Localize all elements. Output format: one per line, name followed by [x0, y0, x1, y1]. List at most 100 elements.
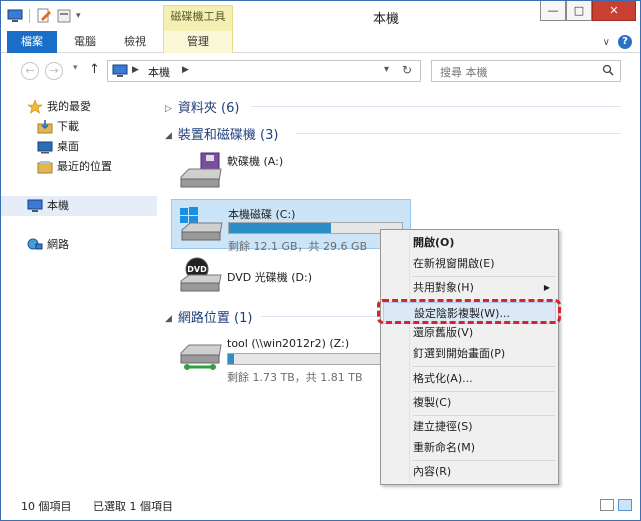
sidebar-item-network[interactable]: 網路 — [1, 235, 157, 255]
minimize-button[interactable]: — — [540, 1, 566, 21]
windows-drive-icon — [176, 204, 226, 244]
expand-ribbon-icon[interactable]: ∨ — [603, 37, 610, 48]
breadcrumb-this-pc[interactable]: 本機 — [148, 64, 170, 80]
toolbar-divider — [29, 9, 30, 23]
menu-item-create-shortcut[interactable]: 建立捷徑(S) — [383, 416, 556, 438]
context-menu: 開啟(O) 在新視窗開啟(E) 共用對象(H) ▶ 設定陰影複製(W)... 還… — [380, 229, 559, 485]
group-label: 網路位置 (1) — [177, 311, 253, 326]
details-view-icon[interactable] — [600, 499, 614, 511]
drive-usage-bar — [227, 353, 382, 365]
menu-item-copy[interactable]: 複製(C) — [383, 392, 556, 414]
drive-name: tool (\\win2012r2) (Z:) — [227, 337, 350, 350]
close-button[interactable]: ✕ — [592, 1, 636, 21]
dvd-drive-icon: DVD — [175, 255, 225, 295]
group-divider — [296, 133, 621, 134]
ribbon-tabs: 檔案 電腦 檢視 管理 ∨ ? — [1, 31, 640, 53]
rename-icon[interactable] — [56, 8, 72, 24]
collapse-arrow-icon[interactable]: ◢ — [165, 131, 172, 141]
group-divider — [261, 316, 381, 317]
refresh-icon[interactable]: ↻ — [402, 63, 412, 77]
group-header-network-locations[interactable]: ◢ 網路位置 (1) — [165, 307, 252, 326]
search-box[interactable]: 搜尋 本機 — [431, 60, 621, 82]
explorer-window: ▾ 磁碟機工具 本機 — □ ✕ 檔案 電腦 檢視 管理 ∨ ? ← → ▾ ↑… — [0, 0, 641, 521]
view-switcher — [600, 499, 632, 511]
maximize-button[interactable]: □ — [566, 1, 592, 21]
properties-icon[interactable] — [36, 8, 52, 24]
address-bar[interactable]: ▶ 本機 ▶ ▾ ↻ — [107, 60, 421, 82]
network-icon — [27, 238, 43, 252]
help-icon[interactable]: ? — [618, 35, 632, 49]
search-input[interactable]: 搜尋 本機 — [440, 64, 488, 80]
sidebar-item-label: 最近的位置 — [57, 160, 112, 173]
drive-name: DVD 光碟機 (D:) — [227, 271, 313, 284]
menu-item-open-new-window[interactable]: 在新視窗開啟(E) — [383, 253, 556, 275]
menu-item-open[interactable]: 開啟(O) — [383, 232, 556, 254]
sidebar-item-label: 下載 — [57, 120, 79, 133]
menu-item-share-with[interactable]: 共用對象(H) ▶ — [383, 277, 556, 299]
drive-usage-fill — [229, 223, 332, 233]
quick-access-toolbar: ▾ — [7, 8, 92, 24]
tab-computer[interactable]: 電腦 — [63, 31, 107, 53]
menu-item-restore-previous-versions[interactable]: 還原舊版(V) — [383, 322, 556, 344]
drive-name: 本機磁碟 (C:) — [228, 208, 296, 221]
window-controls: — □ ✕ — [540, 1, 636, 21]
tiles-view-icon[interactable] — [618, 499, 632, 511]
annotation-highlight — [377, 299, 561, 324]
back-button[interactable]: ← — [21, 62, 39, 80]
drive-usage-fill — [228, 354, 235, 364]
tab-view[interactable]: 檢視 — [113, 31, 157, 53]
menu-item-rename[interactable]: 重新命名(M) — [383, 437, 556, 459]
computer-icon[interactable] — [7, 8, 23, 24]
window-title: 本機 — [372, 12, 399, 27]
collapse-arrow-icon[interactable]: ◢ — [165, 314, 172, 324]
menu-item-properties[interactable]: 內容(R) — [383, 461, 556, 483]
group-divider — [251, 106, 621, 107]
group-header-folders[interactable]: ▷ 資料夾 (6) — [165, 97, 239, 116]
drive-dvd-d[interactable]: DVD DVD 光碟機 (D:) — [171, 251, 411, 301]
menu-item-pin-to-start[interactable]: 釘選到開始畫面(P) — [383, 343, 556, 365]
desktop-icon — [37, 140, 53, 154]
recent-locations-chevron-icon[interactable]: ▾ — [73, 63, 78, 73]
submenu-arrow-icon: ▶ — [543, 283, 550, 292]
status-item-count: 10 個項目 — [21, 500, 72, 513]
floppy-drive-icon — [175, 151, 225, 191]
drive-local-c[interactable]: 本機磁碟 (C:) 剩餘 12.1 GB，共 29.6 GB — [171, 199, 411, 253]
forward-button[interactable]: → — [45, 62, 63, 80]
sidebar-item-label: 本機 — [47, 199, 69, 212]
customize-toolbar-icon[interactable]: ▾ — [76, 8, 92, 24]
up-button[interactable]: ↑ — [89, 62, 100, 77]
sidebar-item-label: 我的最愛 — [47, 100, 91, 113]
navigation-pane: 我的最愛 下載 桌面 最近的位置 本機 網路 — [1, 89, 157, 489]
computer-icon — [27, 199, 43, 213]
sidebar-item-downloads[interactable]: 下載 — [1, 117, 157, 137]
group-header-devices[interactable]: ◢ 裝置和磁碟機 (3) — [165, 124, 278, 143]
star-icon — [27, 99, 43, 114]
breadcrumb-separator-icon[interactable]: ▶ — [182, 65, 189, 75]
sidebar-item-favorites[interactable]: 我的最愛 — [1, 97, 157, 117]
drive-tools-tab-header: 磁碟機工具 — [163, 5, 233, 31]
breadcrumb-separator-icon[interactable]: ▶ — [132, 65, 139, 75]
group-label: 裝置和磁碟機 (3) — [177, 128, 279, 143]
menu-item-format[interactable]: 格式化(A)... — [383, 368, 556, 390]
sidebar-item-desktop[interactable]: 桌面 — [1, 137, 157, 157]
sidebar-item-recent-places[interactable]: 最近的位置 — [1, 157, 157, 177]
sidebar-item-this-pc[interactable]: 本機 — [1, 196, 157, 216]
tab-file[interactable]: 檔案 — [7, 31, 57, 53]
address-dropdown-icon[interactable]: ▾ — [384, 64, 389, 75]
computer-icon — [112, 64, 128, 78]
menu-item-label: 共用對象(H) — [413, 281, 474, 294]
drive-name: 軟碟機 (A:) — [227, 155, 284, 168]
downloads-icon — [37, 120, 53, 134]
drive-free-space: 剩餘 1.73 TB，共 1.81 TB — [227, 371, 363, 384]
network-drive-icon — [175, 335, 225, 375]
search-icon[interactable] — [602, 64, 614, 76]
navigation-bar: ← → ▾ ↑ ▶ 本機 ▶ ▾ ↻ 搜尋 本機 — [1, 54, 640, 88]
menu-separator — [413, 366, 555, 367]
drive-network-z[interactable]: tool (\\win2012r2) (Z:) 剩餘 1.73 TB，共 1.8… — [171, 331, 411, 384]
ribbon-right-controls: ∨ ? — [603, 35, 632, 49]
drive-floppy-a[interactable]: 軟碟機 (A:) — [171, 147, 411, 197]
expand-arrow-icon[interactable]: ▷ — [165, 104, 172, 114]
status-bar: 10 個項目 已選取 1 個項目 — [1, 491, 640, 520]
tab-manage[interactable]: 管理 — [163, 31, 233, 53]
drive-usage-bar — [228, 222, 403, 234]
